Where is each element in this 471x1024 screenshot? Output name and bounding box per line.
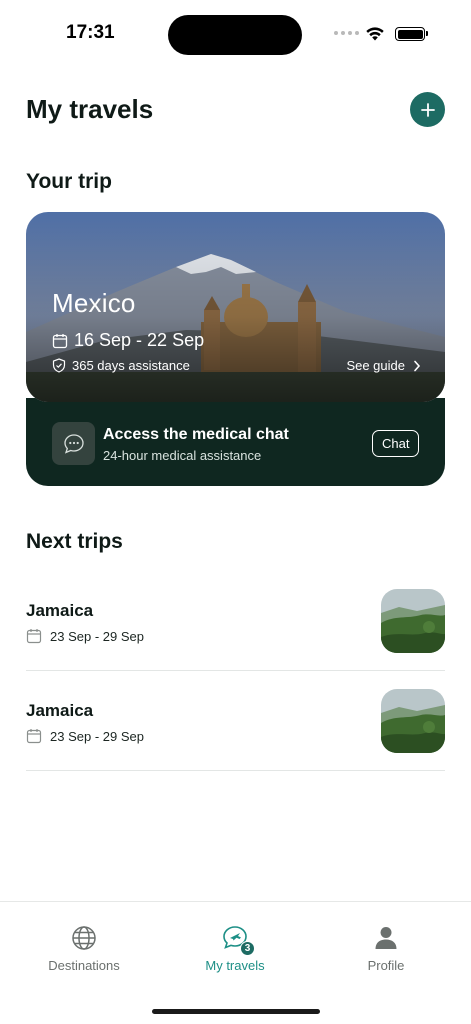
next-trip-dates-row: 23 Sep - 29 Sep [26,728,144,744]
chat-button[interactable]: Chat [372,430,420,457]
chat-plane-icon: 3 [221,924,255,956]
next-trip-dates: 23 Sep - 29 Sep [50,628,144,644]
tab-label: Destinations [48,958,120,973]
medical-chat-card[interactable]: Access the medical chat 24-hour medical … [26,398,445,486]
tab-my-travels[interactable]: 3 My travels [175,924,295,973]
trip-assistance: 365 days assistance [72,358,190,373]
next-trip-name: Jamaica [26,701,94,720]
tab-destinations[interactable]: Destinations [24,924,144,973]
jamaica-thumbnail [381,689,445,753]
tab-profile[interactable]: Profile [326,924,446,973]
jamaica-thumbnail [381,589,445,653]
list-item[interactable]: Jamaica 23 Sep - 29 Sep [26,671,445,771]
wifi-icon [366,27,384,41]
trip-destination: Mexico [52,288,136,318]
tab-label: My travels [205,958,265,973]
next-trip-dates-row: 23 Sep - 29 Sep [26,628,144,644]
cellular-signal-icon [334,31,359,35]
add-trip-button[interactable] [410,92,445,127]
calendar-icon [26,729,42,744]
trip-dates-row: 16 Sep - 22 Sep [52,330,204,351]
page-title: My travels [26,94,154,124]
list-item[interactable]: Jamaica 23 Sep - 29 Sep [26,571,445,671]
shield-check-icon [52,358,66,373]
medical-chat-title: Access the medical chat [103,426,289,443]
status-bar: 17:31 [0,0,471,70]
chevron-right-icon [414,360,421,371]
tab-bar: Destinations 3 My travels Profile [0,901,471,1024]
tab-label: Profile [367,958,405,973]
battery-icon [395,27,425,41]
current-trip-card[interactable]: Mexico 16 Sep - 22 Sep 365 days assistan… [26,212,445,402]
trip-assistance-row: 365 days assistance [52,358,190,373]
next-trip-name: Jamaica [26,601,94,620]
your-trip-title: Your trip [26,170,112,193]
person-icon [375,927,397,949]
trip-dates: 16 Sep - 22 Sep [74,330,205,350]
plus-icon [420,102,435,117]
status-time: 17:31 [66,22,115,43]
home-indicator [152,1009,320,1014]
calendar-icon [26,629,42,644]
medical-chat-subtitle: 24-hour medical assistance [103,448,262,463]
tab-badge: 3 [240,941,255,956]
next-trips-title: Next trips [26,530,123,553]
globe-icon [72,926,96,950]
chat-bubble-icon [52,422,95,465]
next-trip-dates: 23 Sep - 29 Sep [50,728,144,744]
see-guide-link[interactable]: See guide [346,358,421,373]
dynamic-island [168,15,302,55]
calendar-icon [52,333,68,348]
see-guide-label: See guide [346,358,405,373]
